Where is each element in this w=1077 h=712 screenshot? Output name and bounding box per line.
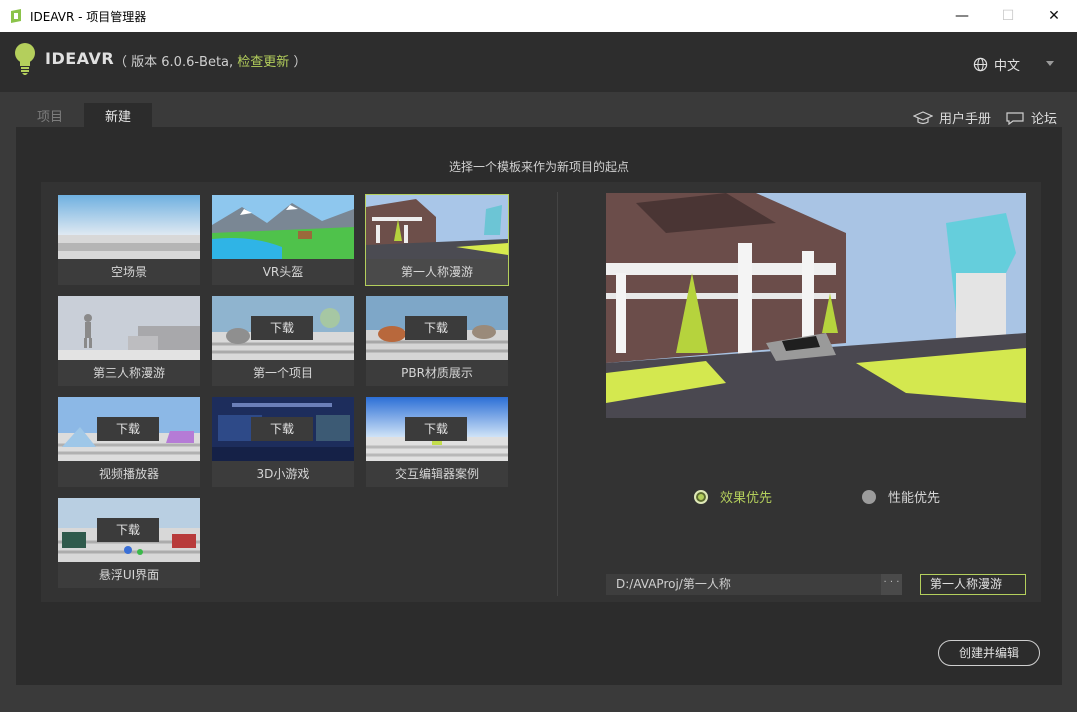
close-button[interactable]: ✕ xyxy=(1031,0,1077,32)
template-area: 空场景 VR头盔 第一人称漫游 第三人称漫游 下载 第一个项目 下载 PBR材质… xyxy=(41,182,1041,602)
template-card-empty-scene[interactable]: 空场景 xyxy=(58,195,200,285)
minimize-button[interactable]: — xyxy=(939,0,985,32)
template-label: 空场景 xyxy=(110,265,147,279)
user-manual-link[interactable]: 用户手册 xyxy=(912,108,991,127)
template-card-vr-headset[interactable]: VR头盔 xyxy=(212,195,354,285)
lightbulb-logo-icon xyxy=(15,43,35,75)
download-button[interactable]: 下载 xyxy=(405,417,467,441)
brand-name: IDEAVR xyxy=(45,49,115,68)
project-manager-window: IDEAVR - 项目管理器 — ☐ ✕ IDEAVR （ 版本 6.0.6-B… xyxy=(0,0,1077,712)
version-close: ） xyxy=(293,55,307,70)
section-divider xyxy=(557,192,558,596)
browse-folder-button[interactable]: · · · xyxy=(881,574,902,595)
download-button[interactable]: 下载 xyxy=(405,316,467,340)
template-label: VR头盔 xyxy=(262,265,304,279)
template-card-pbr-materials[interactable]: 下载 PBR材质展示 xyxy=(366,296,508,386)
globe-icon xyxy=(973,57,988,72)
window-title: IDEAVR - 项目管理器 xyxy=(30,9,147,24)
main-tabs: 项目 新建 xyxy=(16,103,153,127)
chevron-down-icon[interactable] xyxy=(1046,61,1054,66)
template-card-first-project[interactable]: 下载 第一个项目 xyxy=(212,296,354,386)
quality-radio-effect[interactable]: 效果优先 xyxy=(694,487,772,506)
template-card-3d-minigame[interactable]: 下载 3D小游戏 xyxy=(212,397,354,487)
template-card-video-player[interactable]: 下载 视频播放器 xyxy=(58,397,200,487)
template-hint: 选择一个模板来作为新项目的起点 xyxy=(448,160,629,174)
tab-projects[interactable]: 项目 xyxy=(16,103,84,127)
template-thumbnail xyxy=(212,195,354,259)
maximize-button[interactable]: ☐ xyxy=(985,0,1031,32)
radio-unchecked-icon xyxy=(862,489,876,504)
check-update-link[interactable]: 检查更新 xyxy=(237,55,289,70)
quality-radio-performance[interactable]: 性能优先 xyxy=(862,487,940,506)
quality-options: 效果优先 性能优先 xyxy=(41,487,1041,507)
version-text: （ 版本 6.0.6-Beta, xyxy=(114,55,234,70)
language-selector[interactable]: 中文 xyxy=(973,55,1020,74)
template-thumbnail xyxy=(58,296,200,360)
template-label: 第一个项目 xyxy=(252,366,313,380)
template-label: 悬浮UI界面 xyxy=(98,568,160,582)
template-label: 第一人称漫游 xyxy=(400,265,473,279)
template-card-third-person[interactable]: 第三人称漫游 xyxy=(58,296,200,386)
user-manual-label: 用户手册 xyxy=(938,112,991,127)
template-label: 交互编辑器案例 xyxy=(394,467,479,481)
graduation-cap-icon xyxy=(912,110,933,124)
project-path-field[interactable]: D:/AVAProj/第一人称 xyxy=(606,574,881,595)
template-card-floating-ui[interactable]: 下载 悬浮UI界面 xyxy=(58,498,200,588)
template-thumbnail xyxy=(58,195,200,259)
app-logo-icon xyxy=(11,9,21,23)
help-links: 用户手册 论坛 xyxy=(912,108,1057,127)
title-bar: IDEAVR - 项目管理器 — ☐ ✕ xyxy=(0,0,1077,32)
language-label: 中文 xyxy=(993,59,1020,74)
template-label: 3D小游戏 xyxy=(256,467,310,481)
forum-link[interactable]: 论坛 xyxy=(1005,108,1057,127)
chat-bubble-icon xyxy=(1006,111,1024,125)
template-card-first-person[interactable]: 第一人称漫游 xyxy=(365,194,509,286)
template-label: 第三人称漫游 xyxy=(92,366,165,380)
download-button[interactable]: 下载 xyxy=(97,417,159,441)
radio-label: 效果优先 xyxy=(720,491,773,506)
tab-new[interactable]: 新建 xyxy=(84,103,153,127)
template-thumbnail xyxy=(366,195,508,259)
project-name-input[interactable]: 第一人称漫游 xyxy=(920,574,1026,595)
new-project-panel: 选择一个模板来作为新项目的起点 空场景 VR头盔 第一人称漫游 第三人称漫游 下… xyxy=(16,127,1062,685)
version-info: （ 版本 6.0.6-Beta, 检查更新 ） xyxy=(114,51,306,70)
create-and-edit-button[interactable]: 创建并编辑 xyxy=(938,640,1040,666)
radio-label: 性能优先 xyxy=(888,491,941,506)
download-button[interactable]: 下载 xyxy=(251,316,313,340)
template-preview-image xyxy=(606,193,1026,418)
template-card-interaction-editor[interactable]: 下载 交互编辑器案例 xyxy=(366,397,508,487)
template-label: 视频播放器 xyxy=(98,467,159,481)
radio-checked-icon xyxy=(694,489,708,504)
download-button[interactable]: 下载 xyxy=(251,417,313,441)
app-header: IDEAVR （ 版本 6.0.6-Beta, 检查更新 ） 中文 xyxy=(0,32,1077,92)
forum-label: 论坛 xyxy=(1030,112,1057,127)
template-label: PBR材质展示 xyxy=(401,366,473,380)
download-button[interactable]: 下载 xyxy=(97,518,159,542)
